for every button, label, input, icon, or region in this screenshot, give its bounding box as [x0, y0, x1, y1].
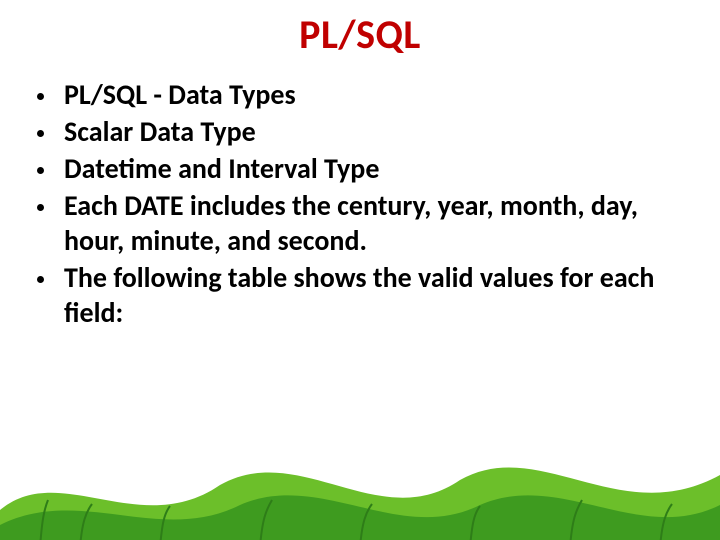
bullet-list: PL/SQL - Data Types Scalar Data Type Dat…: [58, 77, 680, 330]
text: ,: [117, 223, 131, 258]
text-day: day: [591, 188, 631, 223]
text-century: century: [337, 188, 424, 223]
text: , and: [214, 223, 278, 258]
text-second: second: [278, 223, 360, 258]
text-hour: hour: [64, 223, 117, 258]
text: .: [359, 223, 366, 258]
list-item: Each DATE includes the century, year, mo…: [58, 188, 680, 258]
text-date: DATE: [124, 188, 183, 223]
list-item: Datetime and Interval Type: [58, 151, 680, 186]
text: ,: [424, 188, 438, 223]
text: ,: [577, 188, 591, 223]
text-month: month: [500, 188, 577, 223]
slide-title: PL/SQL: [0, 10, 720, 59]
text: includes the: [183, 188, 337, 223]
grass-decoration-icon: [0, 430, 720, 540]
list-item: Scalar Data Type: [58, 114, 680, 149]
text-year: year: [438, 188, 487, 223]
text-minute: minute: [131, 223, 214, 258]
text: ,: [631, 188, 638, 223]
list-item: PL/SQL - Data Types: [58, 77, 680, 112]
list-item: The following table shows the valid valu…: [58, 260, 680, 330]
slide: PL/SQL PL/SQL - Data Types Scalar Data T…: [0, 10, 720, 540]
text: Each: [64, 188, 124, 223]
text: ,: [486, 188, 500, 223]
